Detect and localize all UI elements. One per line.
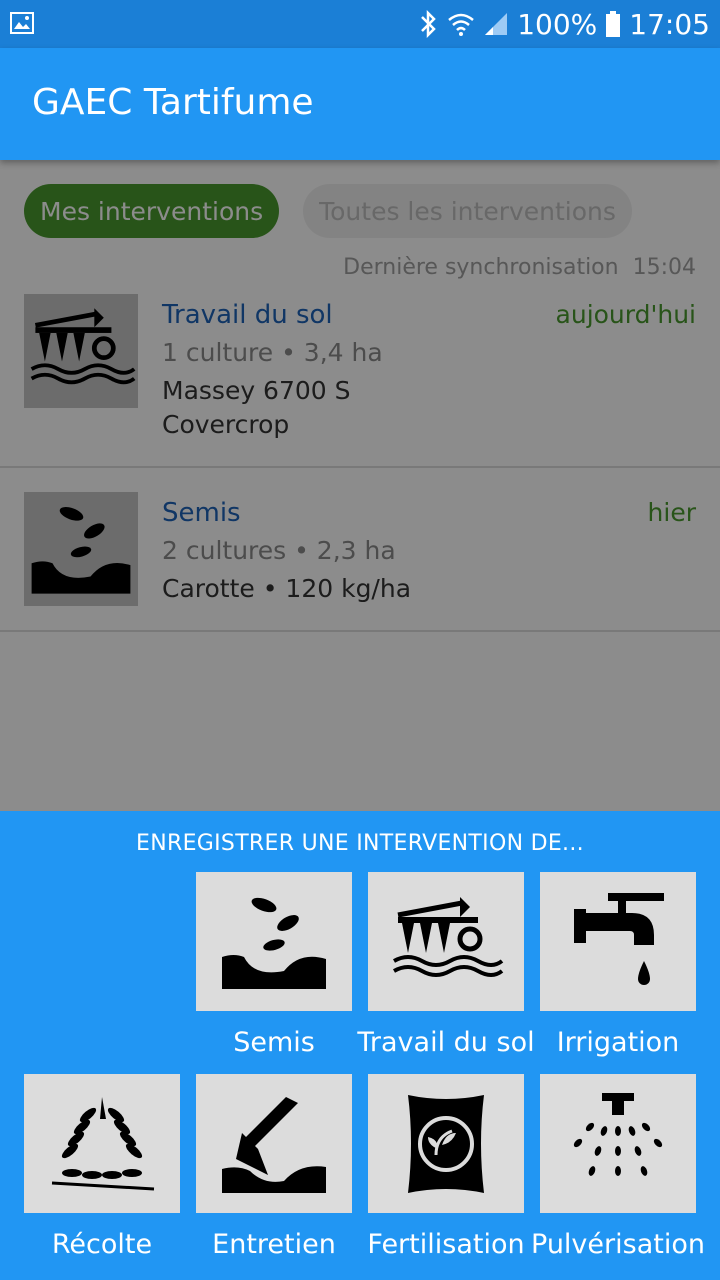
plough-icon <box>386 887 506 997</box>
bluetooth-icon <box>421 10 437 38</box>
wifi-icon <box>448 13 475 36</box>
action-tile[interactable] <box>196 1074 352 1213</box>
sheet-heading: ENREGISTRER UNE INTERVENTION DE... <box>136 831 584 856</box>
faucet-icon <box>574 892 664 985</box>
action-label: Pulvérisation <box>531 1229 705 1260</box>
action-travail-du-sol[interactable]: Travail du sol <box>357 872 535 1058</box>
action-label: Semis <box>233 1027 315 1058</box>
action-label: Récolte <box>51 1229 153 1260</box>
action-tile[interactable] <box>24 1074 180 1213</box>
action-entretien[interactable]: Entretien <box>196 1074 352 1260</box>
image-icon <box>10 12 34 34</box>
action-pulverisation[interactable]: Pulvérisation <box>531 1074 705 1260</box>
battery-percent: 100% <box>517 7 598 41</box>
action-label: Irrigation <box>556 1027 680 1058</box>
fertilizer-bag-icon <box>406 1092 486 1195</box>
action-semis[interactable]: Semis <box>196 872 352 1058</box>
sowing-icon <box>222 894 326 989</box>
hoe-icon <box>222 1096 326 1193</box>
action-tile[interactable] <box>196 872 352 1011</box>
scrim[interactable] <box>0 160 720 811</box>
action-tile[interactable] <box>540 1074 696 1213</box>
new-intervention-sheet: ENREGISTRER UNE INTERVENTION DE... Semis… <box>0 811 720 1280</box>
action-tile[interactable] <box>540 872 696 1011</box>
action-label: Travail du sol <box>357 1027 535 1058</box>
action-recolte[interactable]: Récolte <box>24 1074 180 1260</box>
action-tile[interactable] <box>368 872 524 1011</box>
action-label: Fertilisation <box>367 1229 525 1260</box>
status-bar: 100% 17:05 <box>0 0 720 48</box>
app-bar: GAEC Tartifume <box>0 48 720 160</box>
wheat-icon <box>50 1095 156 1190</box>
sprayer-icon <box>572 1092 664 1177</box>
app-title: GAEC Tartifume <box>32 82 314 123</box>
action-tile[interactable] <box>368 1074 524 1213</box>
signal-icon <box>485 13 508 35</box>
battery-icon <box>606 11 621 37</box>
clock: 17:05 <box>629 7 710 41</box>
action-irrigation[interactable]: Irrigation <box>540 872 696 1058</box>
action-label: Entretien <box>212 1229 336 1260</box>
action-fertilisation[interactable]: Fertilisation <box>367 1074 525 1260</box>
